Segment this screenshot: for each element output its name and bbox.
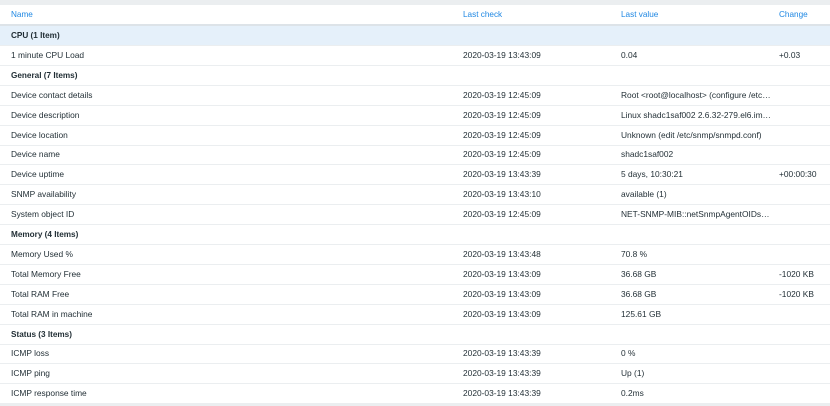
column-header-change[interactable]: Change bbox=[779, 5, 829, 24]
item-name[interactable]: 1 minute CPU Load bbox=[11, 46, 451, 65]
item-name[interactable]: ICMP ping bbox=[11, 364, 451, 383]
table-row: Total RAM Free 2020-03-19 13:43:09 36.68 G… bbox=[0, 285, 830, 305]
last-value-cell: 36.68 GB bbox=[621, 288, 657, 299]
item-name[interactable]: Device contact details bbox=[11, 86, 451, 105]
table-row: ICMP loss 2020-03-19 13:43:39 0 % bbox=[0, 344, 830, 365]
group-row[interactable]: CPU (1 Item) bbox=[0, 26, 830, 46]
last-check-cell: 2020-03-19 13:43:39 bbox=[463, 169, 541, 180]
latest-data-table: Name Last check Last value Change CPU (1… bbox=[0, 5, 830, 405]
item-name[interactable]: Device description bbox=[11, 106, 451, 125]
item-name[interactable]: Device location bbox=[11, 126, 451, 145]
item-name[interactable]: ICMP response time bbox=[11, 384, 451, 403]
group-row[interactable]: Status (3 Items) bbox=[0, 325, 830, 345]
item-name[interactable]: Total Memory Free bbox=[11, 265, 451, 284]
item-name[interactable]: Total RAM in machine bbox=[11, 305, 451, 324]
item-name[interactable]: Memory Used % bbox=[11, 245, 451, 264]
last-value-cell: NET-SNMP-MIB::netSnmpAgentOIDs.10 bbox=[621, 209, 771, 220]
last-check-cell: 2020-03-19 12:45:09 bbox=[463, 149, 541, 160]
last-value-cell: 125.61 GB bbox=[621, 308, 662, 319]
last-check-cell: 2020-03-19 12:45:09 bbox=[463, 129, 541, 140]
last-check-cell: 2020-03-19 13:43:09 bbox=[463, 268, 541, 279]
table-row: Device name 2020-03-19 12:45:09 shadc1saf0… bbox=[0, 145, 830, 166]
table-row: 1 minute CPU Load 2020-03-19 13:43:09 0.04… bbox=[0, 46, 830, 66]
last-check-cell: 2020-03-19 12:45:09 bbox=[463, 109, 541, 120]
last-value-cell: available (1) bbox=[621, 189, 667, 200]
table-row: ICMP response time 2020-03-19 13:43:39 0.2… bbox=[0, 384, 830, 405]
last-check-cell: 2020-03-19 12:45:09 bbox=[463, 209, 541, 220]
table-row: Device location 2020-03-19 12:45:09 Unknow… bbox=[0, 126, 830, 146]
last-check-cell: 2020-03-19 13:43:39 bbox=[463, 388, 541, 399]
table-header: Name Last check Last value Change bbox=[0, 5, 830, 26]
last-check-cell: 2020-03-19 13:43:09 bbox=[463, 288, 541, 299]
table-row: Device contact details 2020-03-19 12:45:0… bbox=[0, 86, 830, 106]
last-value-cell: 0 % bbox=[621, 348, 636, 359]
change-cell: -1020 KB bbox=[779, 288, 814, 299]
last-check-cell: 2020-03-19 13:43:09 bbox=[463, 49, 541, 60]
last-value-cell: shadc1saf002 bbox=[621, 149, 674, 160]
table-row: Device uptime 2020-03-19 13:43:39 5 days, … bbox=[0, 165, 830, 186]
column-header-last-value[interactable]: Last value bbox=[621, 5, 771, 24]
group-label: CPU (1 Item) bbox=[11, 31, 60, 40]
item-name[interactable]: ICMP loss bbox=[11, 344, 451, 363]
group-label: General (7 Items) bbox=[11, 70, 78, 80]
group-label: Memory (4 Items) bbox=[11, 230, 79, 239]
item-name[interactable]: Device name bbox=[11, 145, 451, 164]
table-row: SNMP availability 2020-03-19 13:43:10 avai… bbox=[0, 185, 830, 206]
change-cell: +0.03 bbox=[779, 49, 801, 60]
table-row: System object ID 2020-03-19 12:45:09 NET-S… bbox=[0, 205, 830, 226]
group-label: Status (3 Items) bbox=[11, 329, 72, 339]
table-row: ICMP ping 2020-03-19 13:43:39 Up (1) bbox=[0, 364, 830, 385]
last-value-cell: Up (1) bbox=[621, 368, 645, 379]
item-name[interactable]: System object ID bbox=[11, 205, 451, 224]
last-check-cell: 2020-03-19 13:43:09 bbox=[463, 308, 541, 319]
table-row: Total Memory Free 2020-03-19 13:43:09 36.6… bbox=[0, 265, 830, 285]
item-name[interactable]: Total RAM Free bbox=[11, 285, 451, 304]
last-value-cell: 0.04 bbox=[621, 49, 638, 60]
last-value-cell: Unknown (edit /etc/snmp/snmpd.conf) bbox=[621, 129, 762, 140]
change-cell: +00:00:30 bbox=[779, 169, 817, 180]
table-row: Total RAM in machine 2020-03-19 13:43:09 1… bbox=[0, 305, 830, 325]
last-check-cell: 2020-03-19 12:45:09 bbox=[463, 89, 541, 100]
item-name[interactable]: Device uptime bbox=[11, 165, 451, 184]
column-header-last-check[interactable]: Last check bbox=[463, 5, 613, 24]
last-value-cell: 36.68 GB bbox=[621, 268, 657, 279]
last-value-cell: 70.8 % bbox=[621, 248, 648, 259]
last-value-cell: Linux shadc1saf002 2.6.32-279.el6.imp... bbox=[621, 109, 771, 120]
last-value-cell: 5 days, 10:30:21 bbox=[621, 169, 683, 180]
last-value-cell: Root <root@localhost> (configure /etc/..… bbox=[621, 89, 771, 100]
last-check-cell: 2020-03-19 13:43:39 bbox=[463, 368, 541, 379]
group-row[interactable]: Memory (4 Items) bbox=[0, 225, 830, 245]
last-value-cell: 0.2ms bbox=[621, 388, 644, 399]
group-row[interactable]: General (7 Items) bbox=[0, 66, 830, 86]
change-cell: -1020 KB bbox=[779, 268, 814, 279]
item-name[interactable]: SNMP availability bbox=[11, 185, 451, 204]
table-row: Memory Used % 2020-03-19 13:43:48 70.8 % bbox=[0, 245, 830, 265]
table-row: Device description 2020-03-19 12:45:09 Lin… bbox=[0, 106, 830, 126]
last-check-cell: 2020-03-19 13:43:10 bbox=[463, 189, 541, 200]
column-header-name[interactable]: Name bbox=[11, 5, 451, 24]
last-check-cell: 2020-03-19 13:43:39 bbox=[463, 348, 541, 359]
last-check-cell: 2020-03-19 13:43:48 bbox=[463, 248, 541, 259]
